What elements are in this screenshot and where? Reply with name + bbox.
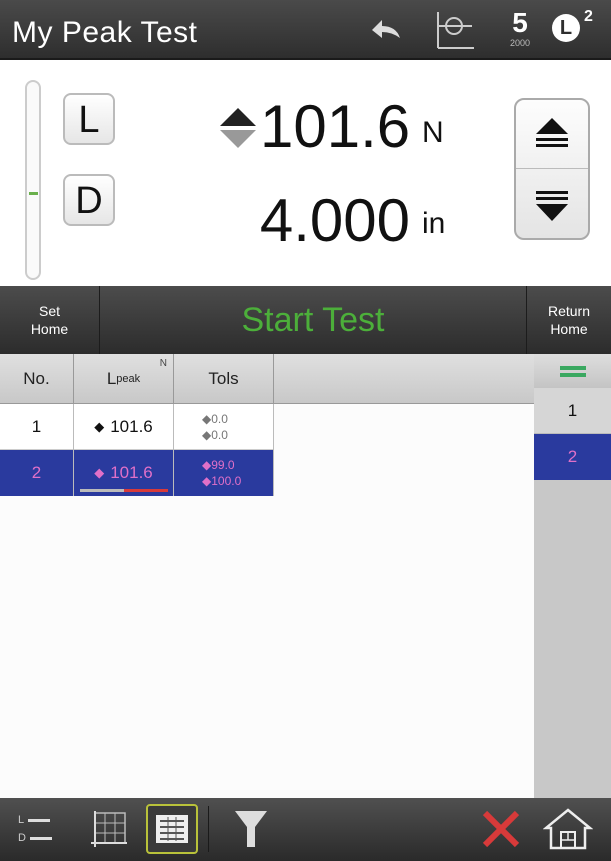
load-value: 101.6 bbox=[260, 93, 411, 160]
tol-down-icon: ◆ bbox=[202, 474, 212, 488]
load-unit: N bbox=[422, 116, 444, 149]
tolerance-bar bbox=[80, 489, 168, 492]
lpeak-unit: N bbox=[159, 358, 167, 369]
list-item[interactable]: 1 bbox=[534, 388, 611, 434]
peak-icon: ◆ bbox=[94, 465, 105, 480]
start-test-button[interactable]: Start Test bbox=[100, 286, 526, 354]
table-icon[interactable] bbox=[146, 804, 198, 854]
displacement-unit: in bbox=[422, 207, 446, 240]
tol-lower: ◆100.0 bbox=[202, 473, 241, 489]
tol-up-icon: ◆ bbox=[202, 458, 212, 472]
row-no: 1 bbox=[0, 404, 74, 450]
return-home-line2: Home bbox=[550, 321, 588, 337]
lpeak-main: L bbox=[106, 369, 117, 388]
delete-icon[interactable] bbox=[476, 804, 526, 854]
lpeak-sub: peak bbox=[116, 373, 141, 385]
list-item-selected[interactable]: 2 bbox=[534, 434, 611, 480]
direction-icon bbox=[218, 106, 258, 155]
results-list: 1 2 bbox=[534, 354, 611, 798]
col-header-lpeak[interactable]: Lpeak N bbox=[74, 354, 174, 404]
tol-up-icon: ◆ bbox=[202, 412, 212, 426]
speed-icon[interactable]: 5 2000 bbox=[500, 8, 540, 54]
jog-down-icon bbox=[536, 190, 568, 221]
graph-view-icon[interactable] bbox=[432, 8, 476, 57]
jog-control bbox=[514, 98, 590, 240]
load-cell-label: L bbox=[552, 14, 580, 42]
row-lpeak: ◆ 101.6 bbox=[74, 404, 174, 450]
position-marker bbox=[29, 192, 38, 195]
row-lpeak: ◆ 101.6 bbox=[74, 450, 174, 496]
tol-upper-value: 0.0 bbox=[211, 412, 228, 426]
control-bar: Set Home Start Test Return Home bbox=[0, 286, 611, 354]
set-home-line2: Home bbox=[30, 321, 69, 337]
return-home-line1: Return bbox=[547, 303, 591, 319]
bottom-toolbar: L D bbox=[0, 798, 611, 861]
col-header-tols[interactable]: Tols bbox=[174, 354, 274, 404]
row-no: 2 bbox=[0, 450, 74, 496]
results-table: No. Lpeak N Tols 1 ◆ 101.6 ◆0.0 ◆0.0 2 ◆ 1… bbox=[0, 354, 534, 798]
return-home-button[interactable]: Return Home bbox=[526, 286, 611, 354]
equals-icon bbox=[559, 366, 586, 370]
tol-lower-value: 100.0 bbox=[211, 474, 242, 488]
row-tols: ◆0.0 ◆0.0 bbox=[174, 404, 274, 450]
jog-up-button[interactable] bbox=[516, 100, 588, 169]
displacement-value: 4.000 bbox=[259, 187, 410, 254]
results-list-header[interactable] bbox=[534, 354, 611, 388]
app-title: My Peak Test bbox=[12, 16, 198, 49]
table-row[interactable]: 1 ◆ 101.6 ◆0.0 ◆0.0 bbox=[0, 404, 274, 450]
title-bar: My Peak Test 5 2000 L 2 bbox=[0, 0, 611, 60]
peak-icon: ◆ bbox=[94, 419, 105, 434]
jog-up-icon bbox=[536, 118, 568, 147]
toolbar-divider bbox=[208, 806, 209, 852]
set-home-button[interactable]: Set Home bbox=[0, 286, 100, 354]
col-header-no[interactable]: No. bbox=[0, 354, 74, 404]
tol-lower-value: 0.0 bbox=[211, 428, 228, 442]
displacement-channel-button[interactable]: D bbox=[63, 174, 115, 226]
row-lpeak-value: 101.6 bbox=[110, 463, 153, 482]
tol-down-icon: ◆ bbox=[202, 428, 212, 442]
table-row-selected[interactable]: 2 ◆ 101.6 ◆99.0 ◆100.0 bbox=[0, 450, 274, 496]
tol-upper-value: 99.0 bbox=[211, 458, 235, 472]
set-home-line1: Set bbox=[38, 303, 60, 319]
load-cell-sup: 2 bbox=[584, 8, 593, 25]
tol-upper: ◆99.0 bbox=[202, 457, 235, 473]
tol-lower: ◆0.0 bbox=[202, 427, 228, 443]
table-header: No. Lpeak N Tols bbox=[0, 354, 534, 404]
ld-bottom-label: D bbox=[18, 832, 26, 844]
row-tols: ◆99.0 ◆100.0 bbox=[174, 450, 274, 496]
speed-value: 5 bbox=[512, 7, 528, 38]
tol-upper: ◆0.0 bbox=[202, 411, 228, 427]
undo-icon[interactable] bbox=[366, 16, 406, 49]
speed-sub: 2000 bbox=[509, 38, 531, 48]
jog-down-button[interactable] bbox=[516, 170, 588, 238]
funnel-icon[interactable] bbox=[226, 804, 276, 854]
ld-top-label: L bbox=[18, 814, 25, 826]
position-slider[interactable] bbox=[25, 80, 41, 280]
load-channel-button[interactable]: L bbox=[63, 93, 115, 145]
tolerance-fill bbox=[124, 489, 168, 492]
readout-panel: L D 101.6 N 4.000 in bbox=[0, 62, 611, 286]
ld-display-icon[interactable]: L D bbox=[18, 804, 74, 854]
ld-top: L bbox=[18, 814, 51, 826]
load-cell-icon[interactable]: L 2 bbox=[552, 8, 593, 42]
row-lpeak-value: 101.6 bbox=[110, 417, 153, 436]
home-icon[interactable] bbox=[538, 804, 598, 854]
ld-bottom: D bbox=[18, 832, 52, 844]
graph-icon[interactable] bbox=[84, 804, 134, 854]
